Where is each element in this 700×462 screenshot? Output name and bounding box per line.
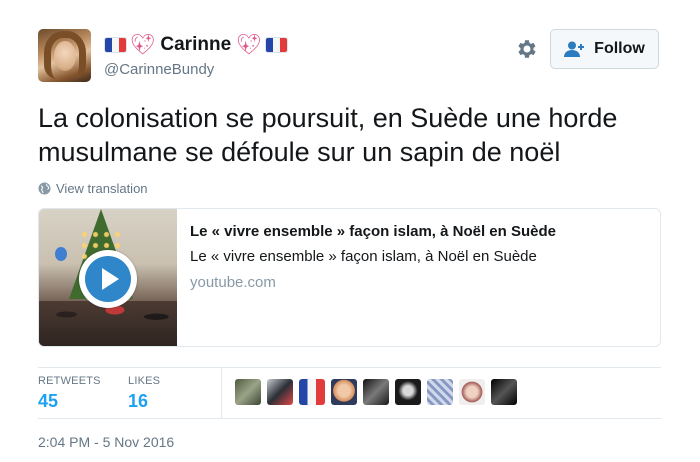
follow-button[interactable]: Follow bbox=[550, 29, 659, 69]
retweets-label: RETWEETS bbox=[38, 375, 101, 387]
likes-count: 16 bbox=[128, 391, 149, 411]
liker-avatar[interactable] bbox=[427, 379, 453, 405]
liker-avatar[interactable] bbox=[235, 379, 261, 405]
heart-icon: 💖︎ bbox=[130, 34, 156, 56]
view-translation-link[interactable]: View translation bbox=[38, 181, 148, 196]
liker-avatar[interactable] bbox=[459, 379, 485, 405]
liker-avatar[interactable] bbox=[363, 379, 389, 405]
retweets-count: 45 bbox=[38, 391, 59, 411]
card-domain: youtube.com bbox=[190, 274, 276, 291]
video-thumbnail[interactable] bbox=[39, 209, 177, 346]
author-display-name[interactable]: Carinne bbox=[160, 34, 231, 56]
card-body[interactable]: Le « vivre ensemble » façon islam, à Noë… bbox=[177, 209, 556, 346]
author-name-row[interactable]: 💖︎ Carinne 💖︎ bbox=[104, 32, 288, 58]
globe-icon bbox=[38, 182, 51, 195]
liker-avatars bbox=[235, 379, 517, 405]
liker-avatar[interactable] bbox=[395, 379, 421, 405]
video-play-icon[interactable] bbox=[79, 250, 137, 308]
author-handle[interactable]: @CarinneBundy bbox=[104, 61, 214, 78]
france-flag-icon bbox=[104, 37, 127, 53]
tweet-text: La colonisation se poursuit, en Suède un… bbox=[38, 103, 618, 167]
likes-label: LIKES bbox=[128, 375, 161, 387]
liker-avatar[interactable] bbox=[267, 379, 293, 405]
divider bbox=[38, 367, 661, 368]
liker-avatar[interactable] bbox=[299, 379, 325, 405]
gear-icon[interactable] bbox=[514, 37, 538, 61]
author-avatar[interactable] bbox=[38, 29, 91, 82]
play-button-circle bbox=[85, 256, 131, 302]
avatar-face bbox=[54, 41, 76, 71]
add-user-icon bbox=[564, 41, 585, 57]
likes-stat[interactable]: LIKES 16 bbox=[128, 375, 160, 412]
tweet-timestamp[interactable]: 2:04 PM - 5 Nov 2016 bbox=[38, 434, 174, 450]
france-flag-icon bbox=[264, 37, 288, 53]
card-title[interactable]: Le « vivre ensemble » façon islam, à Noë… bbox=[190, 223, 556, 240]
view-translation-label: View translation bbox=[56, 181, 148, 196]
retweets-stat[interactable]: RETWEETS 45 bbox=[38, 375, 101, 412]
card-description: Le « vivre ensemble » façon islam, à Noë… bbox=[190, 248, 537, 265]
link-card[interactable]: Le « vivre ensemble » façon islam, à Noë… bbox=[38, 208, 661, 347]
liker-avatar[interactable] bbox=[491, 379, 517, 405]
balloon bbox=[55, 247, 67, 261]
heart-icon: 💖︎ bbox=[236, 34, 262, 56]
play-triangle bbox=[101, 268, 119, 290]
follow-button-label: Follow bbox=[594, 40, 645, 57]
divider bbox=[38, 418, 661, 419]
liker-avatar[interactable] bbox=[331, 379, 357, 405]
divider bbox=[221, 367, 222, 418]
